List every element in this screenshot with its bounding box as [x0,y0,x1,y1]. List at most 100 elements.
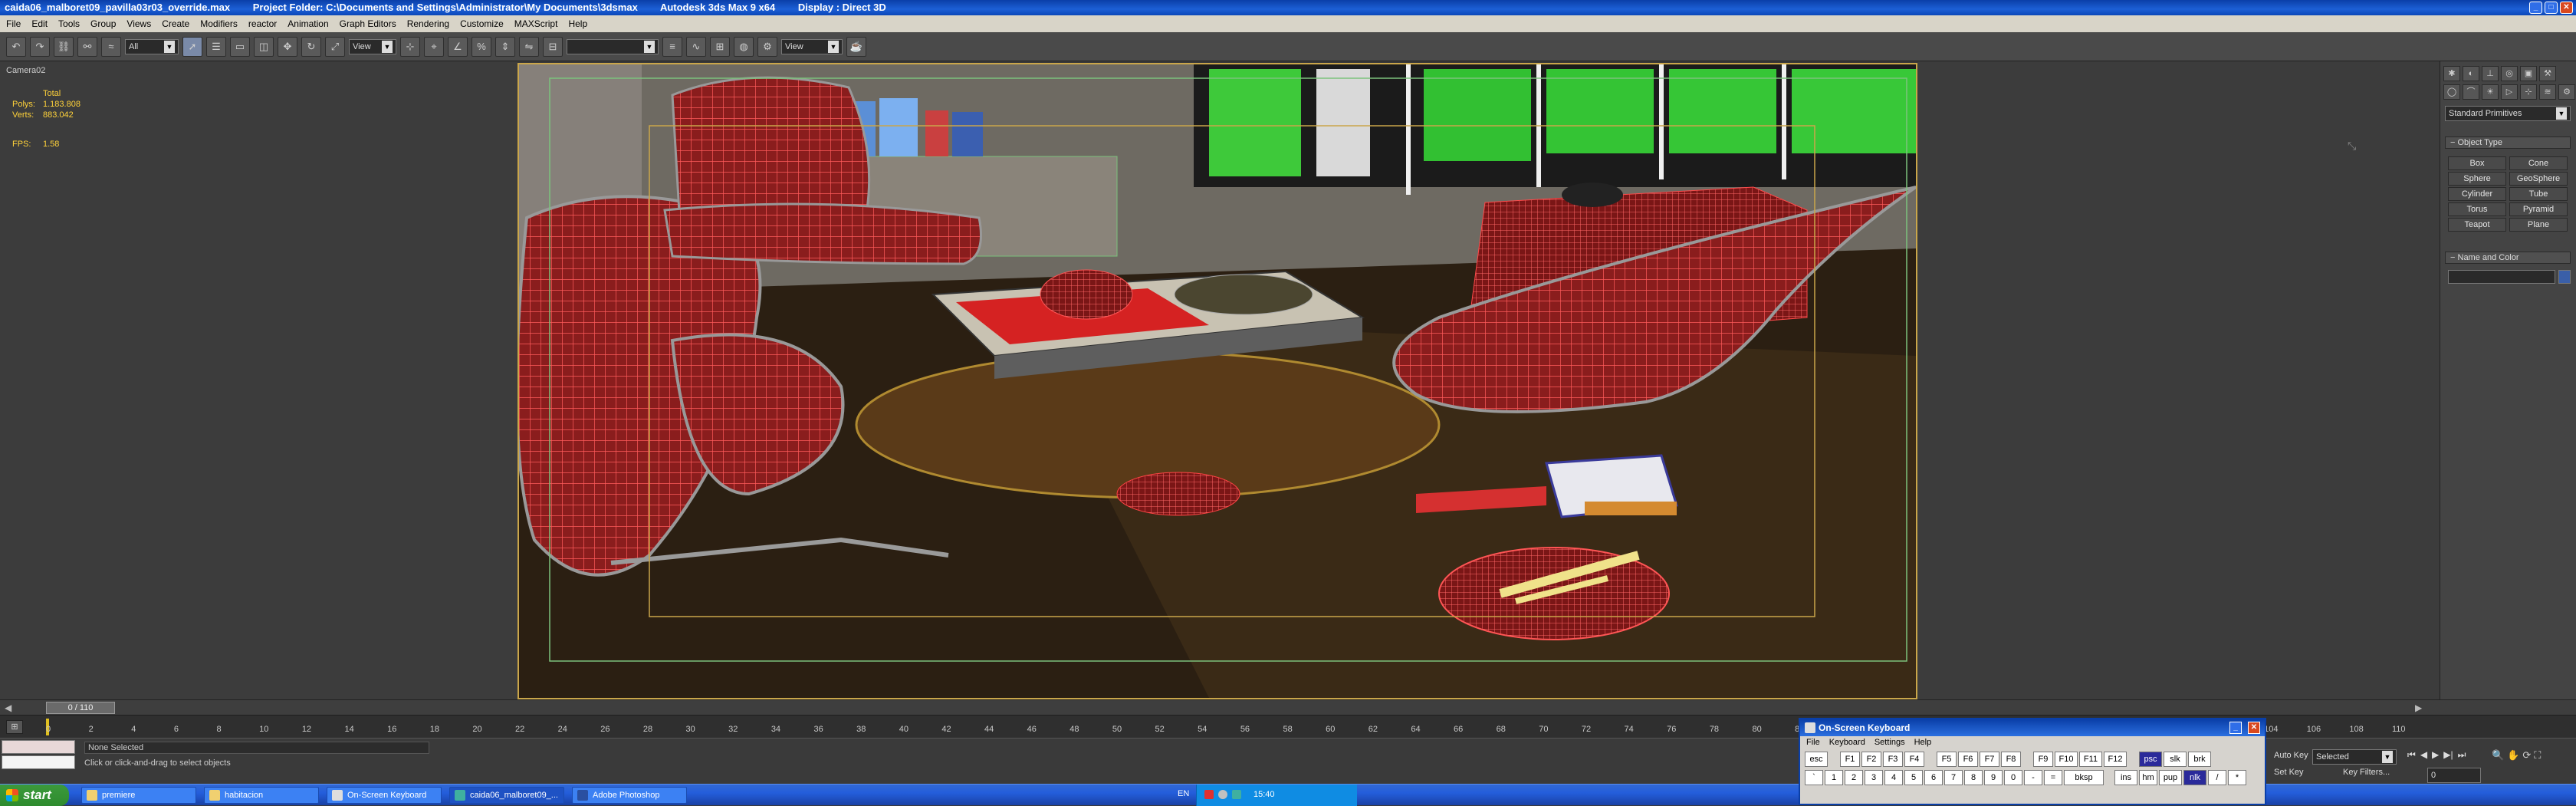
menu-animation[interactable]: Animation [288,15,328,32]
link-icon[interactable]: ⛓ [54,36,74,57]
set-key-button[interactable]: Set Key [2274,768,2304,777]
clock[interactable]: 15:40 [1254,790,1275,799]
render-setup-icon[interactable]: ⚙ [757,36,777,57]
osk-key[interactable]: ins [2114,770,2137,785]
menu-rendering[interactable]: Rendering [407,15,449,32]
osk-key[interactable]: 5 [1904,770,1923,785]
window-crossing-icon[interactable]: ◫ [254,36,274,57]
start-button[interactable]: start [0,785,69,806]
menu-tools[interactable]: Tools [58,15,80,32]
osk-key[interactable]: 7 [1944,770,1963,785]
ref-coord-dropdown[interactable]: View ▼ [349,38,396,54]
torus-button[interactable]: Torus [2448,202,2506,216]
name-color-rollout[interactable]: − Name and Color [2445,252,2571,264]
osk-menu-keyboard[interactable]: Keyboard [1829,736,1865,748]
menu-group[interactable]: Group [90,15,116,32]
osk-key[interactable]: 8 [1964,770,1983,785]
osk-key[interactable]: F7 [1980,752,1999,767]
menu-reactor[interactable]: reactor [248,15,277,32]
key-filters-button[interactable]: Key Filters... [2343,768,2390,777]
scroll-right-icon[interactable]: ▶ [2415,702,2422,713]
osk-key[interactable]: F5 [1937,752,1957,767]
osk-key[interactable]: slk [2164,752,2187,767]
osk-key[interactable]: * [2228,770,2246,785]
unlink-icon[interactable]: ⚯ [77,36,97,57]
osk-key[interactable]: F10 [2055,752,2078,767]
osk-minimize-button[interactable]: _ [2229,722,2242,734]
pan-icon[interactable]: ✋ [2507,749,2519,762]
bind-icon[interactable]: ≈ [101,36,121,57]
systems-icon[interactable]: ⚙ [2558,84,2575,100]
task-photoshop[interactable]: Adobe Photoshop [572,787,687,804]
osk-key[interactable]: 2 [1845,770,1863,785]
primitive-type-dropdown[interactable]: Standard Primitives ▼ [2445,106,2571,121]
maxscript-listener-field[interactable] [2,740,75,754]
time-slider-handle[interactable]: 0 / 110 [46,702,115,714]
osk-menu-settings[interactable]: Settings [1875,736,1905,748]
cone-button[interactable]: Cone [2509,156,2568,170]
tray-volume-icon[interactable] [1232,790,1241,799]
schematic-icon[interactable]: ⊞ [710,36,730,57]
on-screen-keyboard-window[interactable]: On-Screen Keyboard _ ✕ File Keyboard Set… [1799,718,2266,805]
osk-key[interactable]: F12 [2104,752,2127,767]
orbit-icon[interactable]: ⟳ [2522,749,2531,762]
teapot-button[interactable]: Teapot [2448,218,2506,232]
helpers-icon[interactable]: ⊹ [2520,84,2537,100]
select-by-name-icon[interactable]: ☰ [206,36,226,57]
osk-key[interactable]: pup [2159,770,2182,785]
osk-key[interactable]: esc [1805,752,1828,767]
osk-key[interactable]: F6 [1958,752,1978,767]
geometry-icon[interactable]: ◯ [2443,84,2460,100]
osk-key[interactable]: 0 [2004,770,2022,785]
scale-icon[interactable]: ⤢ [325,36,345,57]
task-3dsmax[interactable]: caida06_malboret09_... [449,787,564,804]
display-tab-icon[interactable]: ▣ [2520,66,2537,81]
osk-key[interactable]: nlk [2183,770,2206,785]
angle-snap-icon[interactable]: ∠ [448,36,468,57]
motion-tab-icon[interactable]: ◎ [2501,66,2518,81]
task-on-screen-keyboard[interactable]: On-Screen Keyboard [327,787,442,804]
osk-key[interactable]: / [2208,770,2226,785]
track-view-icon[interactable]: ⊞ [6,720,23,734]
menu-file[interactable]: File [6,15,21,32]
menu-modifiers[interactable]: Modifiers [200,15,238,32]
create-tab-icon[interactable]: ✱ [2443,66,2460,81]
task-habitacion[interactable]: habitacion [204,787,319,804]
view-dropdown[interactable]: View ▼ [781,38,843,54]
go-to-end-icon[interactable]: ⏭ [2458,749,2466,761]
go-to-start-icon[interactable]: ⏮ [2407,749,2416,761]
close-button[interactable]: ✕ [2560,2,2573,14]
undo-icon[interactable]: ↶ [6,36,26,57]
cameras-icon[interactable]: ▷ [2501,84,2518,100]
osk-key[interactable]: - [2024,770,2042,785]
osk-key[interactable]: 4 [1884,770,1903,785]
spinner-snap-icon[interactable]: ⇕ [495,36,515,57]
viewcube-icon[interactable]: ⤡ [2348,140,2356,153]
key-mode-dropdown[interactable]: Selected ▼ [2312,749,2397,765]
play-icon[interactable]: ▶ [2432,749,2439,761]
viewport-label[interactable]: Camera02 [6,66,45,75]
pivot-icon[interactable]: ⊹ [400,36,420,57]
render-icon[interactable]: ☕ [846,36,866,57]
rect-select-icon[interactable]: ▭ [230,36,250,57]
plane-button[interactable]: Plane [2509,218,2568,232]
select-icon[interactable]: ➚ [182,36,202,57]
osk-key[interactable]: 9 [1984,770,2003,785]
camera-viewport[interactable] [518,63,1917,699]
osk-key[interactable]: F8 [2001,752,2021,767]
hierarchy-tab-icon[interactable]: ⊥ [2482,66,2499,81]
osk-close-button[interactable]: ✕ [2248,722,2260,734]
move-icon[interactable]: ✥ [278,36,297,57]
osk-key[interactable]: F11 [2079,752,2102,767]
lights-icon[interactable]: ☀ [2482,84,2499,100]
selection-filter-dropdown[interactable]: All ▼ [125,38,179,54]
redo-icon[interactable]: ↷ [30,36,50,57]
language-indicator[interactable]: EN [1178,789,1189,798]
osk-key[interactable]: 1 [1825,770,1843,785]
osk-key[interactable]: psc [2139,752,2162,767]
maximize-viewport-icon[interactable]: ⛶ [2534,749,2541,762]
osk-key[interactable]: hm [2139,770,2157,785]
align-icon[interactable]: ⊟ [543,36,563,57]
cylinder-button[interactable]: Cylinder [2448,187,2506,201]
tube-button[interactable]: Tube [2509,187,2568,201]
